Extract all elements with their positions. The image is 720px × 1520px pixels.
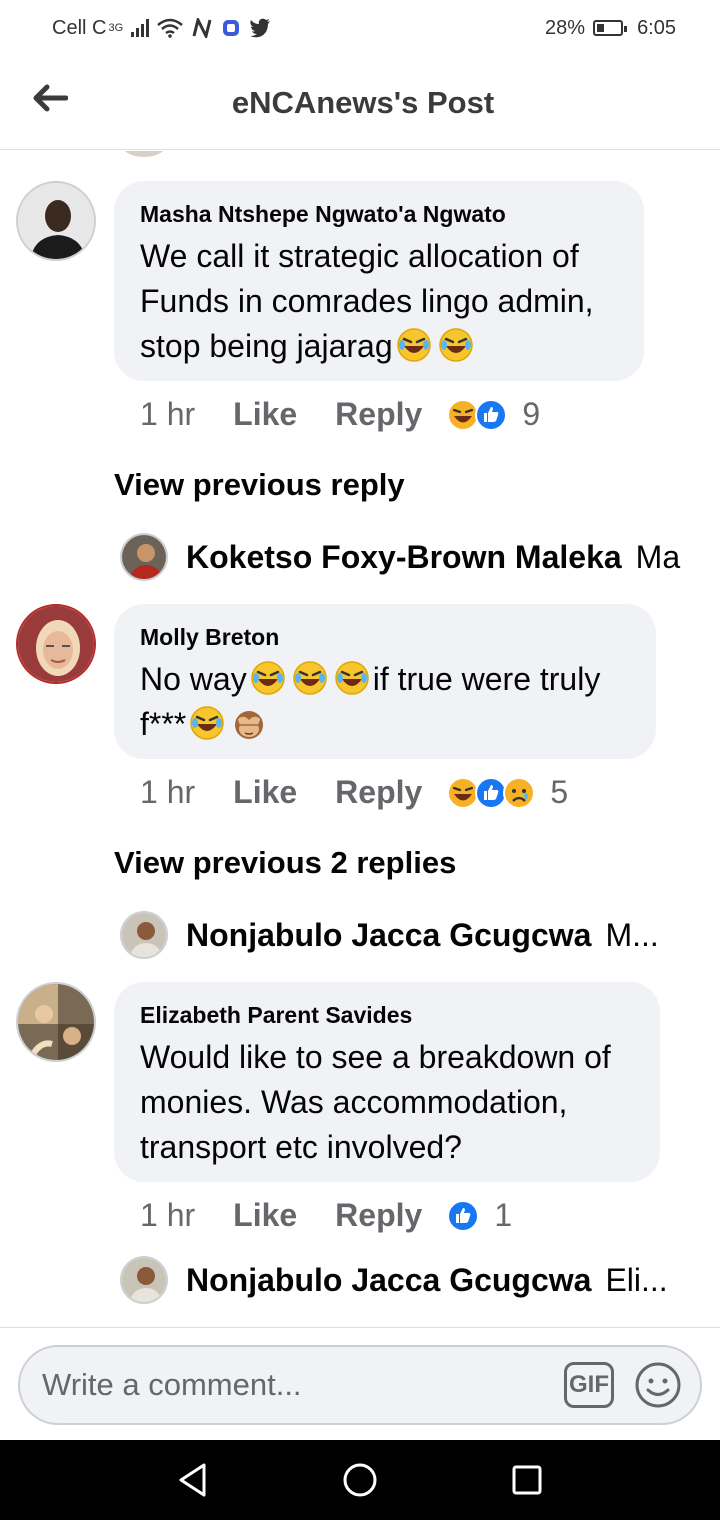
nfc-icon — [192, 18, 212, 38]
comment-author[interactable]: Elizabeth Parent Savides — [140, 1002, 636, 1029]
comment-input-placeholder: Write a comment... — [42, 1367, 302, 1402]
avatar — [120, 533, 168, 581]
comment-bubble[interactable]: Masha Ntshepe Ngwato'a Ngwato We call it… — [114, 181, 644, 381]
status-right: 28% 6:05 — [545, 17, 676, 40]
comment-text: Funds in comrades lingo admin, — [140, 283, 594, 319]
reaction-count: 9 — [522, 396, 541, 432]
post-header: eNCAnews's Post — [0, 56, 720, 150]
clock: 6:05 — [637, 16, 676, 39]
like-reaction-icon — [447, 1199, 480, 1232]
laughing-emoji-icon — [334, 661, 369, 695]
comment-text: f*** — [140, 706, 187, 742]
status-bar: Cell C 3G 28% 6:05 — [0, 0, 720, 56]
reply-button[interactable]: Reply — [335, 396, 422, 433]
comment-time: 1 hr — [140, 774, 196, 810]
avatar[interactable] — [16, 604, 96, 684]
like-reaction-icon — [475, 398, 508, 431]
comment-composer-bar: Write a comment... GIF — [0, 1327, 720, 1440]
comment-bubble[interactable]: Molly Breton No way if true were truly f*… — [114, 604, 656, 759]
view-previous-replies-link[interactable]: View previous reply — [114, 467, 405, 503]
laughing-emoji-icon — [250, 661, 285, 695]
battery-percent: 28% — [545, 16, 586, 39]
comment-time: 1 hr — [140, 396, 196, 432]
view-previous-replies-link[interactable]: View previous 2 replies — [114, 845, 456, 881]
reply-author: Nonjabulo Jacca Gcugcwa — [186, 916, 592, 953]
comment-time: 1 hr — [140, 1197, 196, 1233]
reply-author: Nonjabulo Jacca Gcugcwa — [186, 1261, 592, 1298]
reply-preview[interactable]: Nonjabulo Jacca Gcugcwa M... — [120, 911, 700, 959]
comment-text: Would like to see a breakdown of — [140, 1039, 611, 1075]
comment-author[interactable]: Masha Ntshepe Ngwato'a Ngwato — [140, 201, 620, 228]
comment-author[interactable]: Molly Breton — [140, 624, 632, 651]
reactions-summary[interactable]: 5 — [446, 774, 568, 811]
reply-snippet: M... — [605, 916, 659, 953]
avatar — [120, 1256, 168, 1304]
comment-text-line: stop being jajarag — [140, 324, 620, 369]
reactions-summary[interactable]: 1 — [446, 1197, 512, 1234]
see-no-evil-monkey-icon — [235, 711, 264, 739]
laughing-emoji-icon — [438, 328, 473, 362]
back-arrow-icon — [33, 84, 68, 112]
wifi-icon — [157, 18, 183, 38]
laughing-emoji-icon — [292, 661, 327, 695]
twitter-icon — [250, 18, 271, 38]
sad-reaction-icon — [503, 776, 536, 809]
reply-author: Koketso Foxy-Brown Maleka — [186, 538, 622, 575]
comment-text: We call it strategic allocation of — [140, 238, 579, 274]
comment-actions: 1 hr Like Reply 1 — [140, 1197, 512, 1234]
gif-icon[interactable]: GIF — [564, 1362, 614, 1408]
nav-home-icon[interactable] — [341, 1461, 379, 1499]
partial-item-top — [120, 151, 168, 157]
reply-snippet: Ma — [635, 538, 681, 575]
signal-icon — [131, 19, 150, 37]
comment-actions: 1 hr Like Reply 5 — [140, 774, 568, 811]
comment-input[interactable]: Write a comment... GIF — [18, 1345, 702, 1425]
comment-text: monies. Was accommodation, — [140, 1084, 568, 1120]
avatar[interactable] — [16, 181, 96, 261]
smiley-icon[interactable] — [634, 1361, 682, 1409]
comment-text: No way — [140, 661, 247, 697]
system-nav-bar — [0, 1440, 720, 1520]
reactions-summary[interactable]: 9 — [446, 396, 540, 433]
like-button[interactable]: Like — [233, 774, 297, 811]
comment-text: if true were truly — [372, 661, 601, 697]
nav-back-icon[interactable] — [176, 1462, 210, 1498]
avatar — [120, 911, 168, 959]
reply-snippet: Eli... — [605, 1261, 668, 1298]
reaction-count: 1 — [494, 1197, 513, 1233]
reply-preview[interactable]: Koketso Foxy-Brown Maleka Ma — [120, 533, 700, 581]
comment-text: transport etc involved? — [140, 1129, 462, 1165]
carrier-label: Cell C — [52, 16, 107, 39]
shield-icon — [223, 20, 240, 36]
reply-button[interactable]: Reply — [335, 774, 422, 811]
comment-text-line: No way if true were truly — [140, 657, 632, 702]
reply-button[interactable]: Reply — [335, 1197, 422, 1234]
comment-text: stop being jajarag — [140, 328, 393, 364]
comment-actions: 1 hr Like Reply 9 — [140, 396, 540, 433]
laughing-emoji-icon — [396, 328, 431, 362]
comment-text-line: f*** — [140, 702, 632, 747]
page-title: eNCAnews's Post — [231, 84, 495, 120]
reaction-count: 5 — [550, 774, 569, 810]
laughing-emoji-icon — [190, 706, 224, 740]
like-button[interactable]: Like — [233, 1197, 297, 1234]
comments-feed[interactable]: Masha Ntshepe Ngwato'a Ngwato We call it… — [0, 151, 720, 1327]
status-left: Cell C 3G — [52, 17, 271, 40]
comment-bubble[interactable]: Elizabeth Parent Savides Would like to s… — [114, 982, 660, 1182]
reply-preview[interactable]: Nonjabulo Jacca Gcugcwa Eli... — [120, 1256, 700, 1304]
back-button[interactable] — [28, 78, 72, 118]
battery-icon — [593, 20, 628, 36]
network-type: 3G — [108, 22, 124, 34]
nav-recents-icon[interactable] — [510, 1463, 544, 1497]
like-button[interactable]: Like — [233, 396, 297, 433]
avatar[interactable] — [16, 982, 96, 1062]
